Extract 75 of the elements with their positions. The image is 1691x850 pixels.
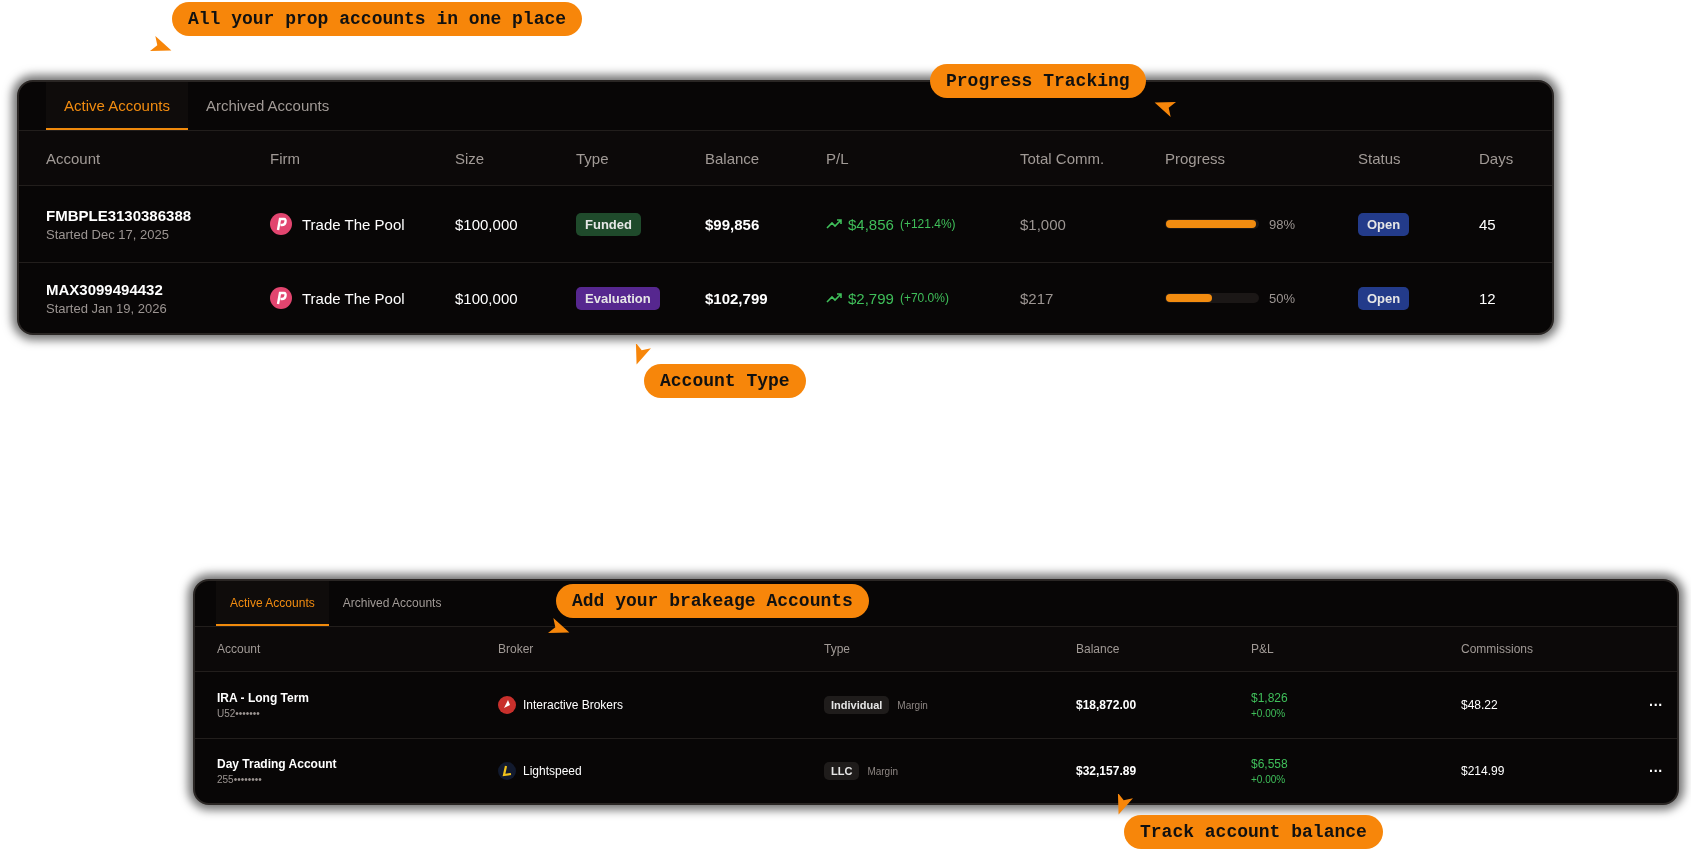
column-header: Balance (705, 149, 761, 167)
firm-name: Trade The Pool (302, 215, 405, 233)
account-size: $100,000 (455, 215, 519, 233)
commission: $214.99 (1461, 764, 1506, 778)
more-options-button[interactable]: ··· (1649, 697, 1663, 713)
profit-amount: $1,826 (1251, 691, 1289, 705)
broker-logo-icon (498, 762, 516, 780)
type-badge: Evaluation (576, 287, 660, 310)
margin-label: Margin (897, 699, 928, 711)
broker-name: Lightspeed (523, 764, 582, 778)
trend-up-icon (826, 293, 842, 303)
account-name: IRA - Long Term (217, 691, 310, 705)
tab[interactable]: Archived Accounts (187, 82, 348, 130)
profit-percent: (+121.4%) (899, 217, 956, 231)
days-count: 12 (1479, 289, 1497, 307)
profit-percent: +0.00% (1251, 774, 1287, 785)
account-id: MAX3099494432 (46, 280, 164, 298)
column-header: Firm (270, 149, 301, 167)
callout-label: Track account balance (1124, 815, 1383, 849)
status-badge: Open (1358, 213, 1410, 236)
profit-percent: (+70.0%) (899, 291, 949, 305)
balance: $32,157.89 (1076, 764, 1138, 778)
callout-label: Account Type (644, 364, 806, 398)
broker-logo-icon (498, 696, 516, 714)
account-number: U52••••••• (217, 708, 261, 719)
column-header: Progress (1165, 149, 1227, 167)
column-header: Days (1479, 149, 1515, 167)
tab[interactable]: Active Accounts (216, 581, 329, 626)
column-header: Type (824, 642, 851, 656)
trend-up-icon (826, 219, 842, 229)
profit-percent: +0.00% (1251, 708, 1287, 719)
column-header: P&L (1251, 642, 1275, 656)
progress-percent: 50% (1269, 290, 1296, 306)
days-count: 45 (1479, 215, 1497, 233)
commission: $48.22 (1461, 698, 1499, 712)
firm-logo-icon (270, 287, 292, 309)
balance: $18,872.00 (1076, 698, 1138, 712)
start-date: Started Jan 19, 2026 (46, 300, 168, 316)
type-badge: Funded (576, 213, 641, 236)
callout-label: All your prop accounts in one place (172, 2, 583, 36)
account-id: FMBPLE3130386388 (46, 206, 193, 224)
column-header: Broker (498, 642, 535, 656)
start-date: Started Dec 17, 2025 (46, 226, 170, 242)
callout-label: Add your brakeage Accounts (556, 584, 869, 618)
type-tag: Individual (824, 696, 890, 714)
tab[interactable]: Active Accounts (46, 82, 188, 130)
column-header: Status (1358, 149, 1402, 167)
progress-percent: 98% (1269, 216, 1296, 232)
status-badge: Open (1358, 287, 1410, 310)
account-number: 255•••••••• (217, 774, 263, 785)
more-options-button[interactable]: ··· (1649, 763, 1663, 779)
column-header: Account (46, 149, 102, 167)
callout-label: Progress Tracking (930, 64, 1146, 98)
account-size: $100,000 (455, 289, 519, 307)
broker-name: Interactive Brokers (523, 698, 624, 712)
commission: $217 (1020, 289, 1055, 307)
column-header: Commissions (1461, 642, 1534, 656)
column-header: P/L (826, 149, 850, 167)
type-tag: LLC (824, 762, 860, 780)
profit-amount: $2,799 (848, 289, 894, 307)
column-header: Size (455, 149, 486, 167)
column-header: Type (576, 149, 610, 167)
account-name: Day Trading Account (217, 757, 338, 771)
firm-logo-icon (270, 213, 292, 235)
column-header: Balance (1076, 642, 1121, 656)
commission: $1,000 (1020, 215, 1067, 233)
margin-label: Margin (867, 765, 898, 777)
profit-amount: $4,856 (848, 215, 894, 233)
balance: $102,799 (705, 289, 769, 307)
balance: $99,856 (705, 215, 761, 233)
tab[interactable]: Archived Accounts (328, 581, 456, 626)
column-header: Total Comm. (1020, 149, 1106, 167)
profit-amount: $6,558 (1251, 757, 1289, 771)
column-header: Account (217, 642, 262, 656)
firm-name: Trade The Pool (302, 289, 405, 307)
